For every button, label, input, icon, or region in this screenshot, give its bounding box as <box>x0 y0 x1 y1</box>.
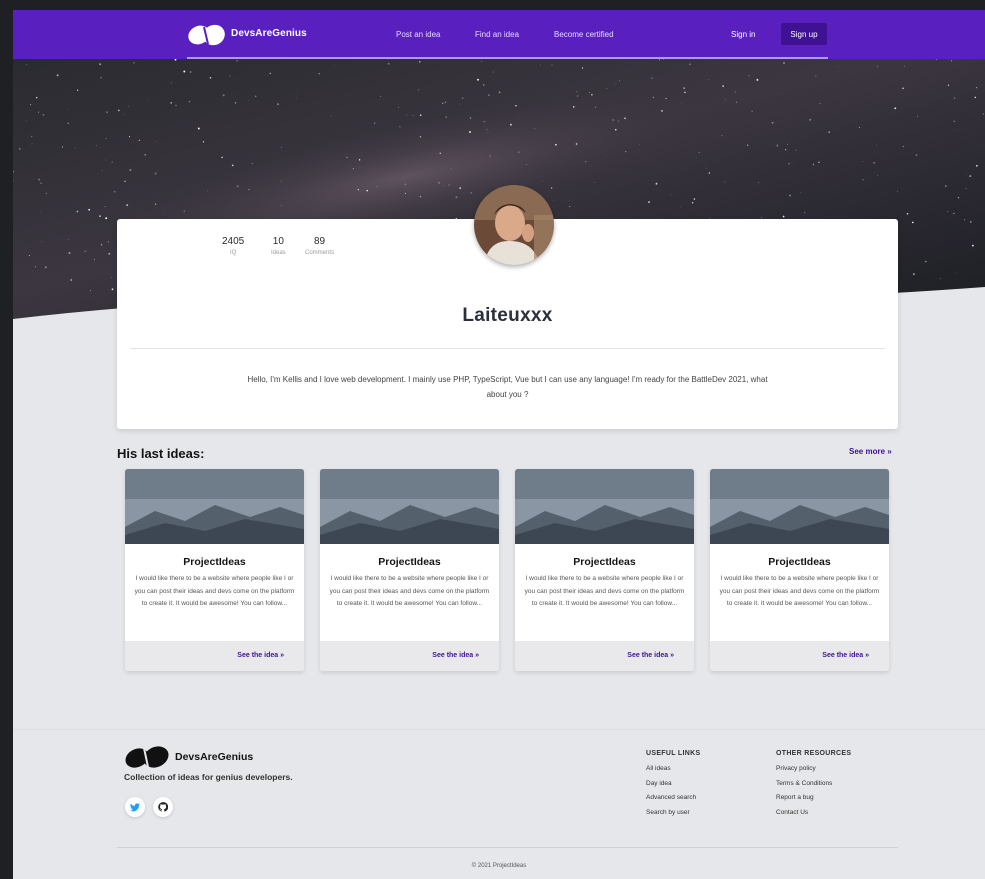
stat-iq-label: IQ <box>229 250 237 256</box>
idea-image <box>125 469 304 544</box>
idea-title: ProjectIdeas <box>573 556 636 568</box>
navbar-inner: DevsAreGenius Post an idea Find an idea … <box>187 10 828 59</box>
twitter-link[interactable] <box>125 797 145 817</box>
idea-footer: See the idea » <box>710 641 889 671</box>
see-the-idea-link[interactable]: See the idea » <box>432 652 479 659</box>
nav-link-become-certified[interactable]: Become certified <box>554 30 614 39</box>
stat-iq-value: 2405 <box>222 236 245 247</box>
footer-link-advanced-search[interactable]: Advanced search <box>646 794 696 801</box>
stat-comments: 89 Comments <box>305 236 334 256</box>
see-more-link[interactable]: See more » <box>849 447 892 456</box>
footer-logo-text[interactable]: DevsAreGenius <box>175 751 253 763</box>
sign-up-button[interactable]: Sign up <box>781 23 827 45</box>
footer-link-privacy-policy[interactable]: Privacy policy <box>776 765 816 772</box>
idea-footer: See the idea » <box>320 641 499 671</box>
copyright-text: © 2021 ProjectIdeas <box>471 863 527 869</box>
useful-links-title: USEFUL LINKS <box>646 750 701 757</box>
github-link[interactable] <box>153 797 173 817</box>
stat-comments-label: Comments <box>305 250 335 256</box>
other-resources-title: OTHER RESOURCES <box>776 750 852 757</box>
footer-link-all-ideas[interactable]: All ideas <box>646 765 671 772</box>
last-ideas-title: His last ideas: <box>117 446 205 461</box>
github-icon <box>158 802 168 812</box>
nav-link-find-idea[interactable]: Find an idea <box>475 30 519 39</box>
profile-stats: 2405 IQ 10 Ideas 89 Comments <box>207 236 357 266</box>
footer-link-day-idea[interactable]: Day idea <box>646 780 672 787</box>
idea-description: I would like there to be a website where… <box>719 575 880 607</box>
idea-description: I would like there to be a website where… <box>134 575 295 607</box>
avatar-photo <box>474 185 554 265</box>
stat-iq: 2405 IQ <box>222 236 244 256</box>
see-the-idea-link[interactable]: See the idea » <box>627 652 674 659</box>
idea-image <box>320 469 499 544</box>
footer-link-terms[interactable]: Terms & Conditions <box>776 780 832 787</box>
idea-card[interactable]: ProjectIdeas I would like there to be a … <box>515 469 694 671</box>
idea-footer: See the idea » <box>515 641 694 671</box>
stat-ideas-value: 10 <box>272 236 284 247</box>
nav-link-post-idea[interactable]: Post an idea <box>396 30 440 39</box>
see-the-idea-link[interactable]: See the idea » <box>822 652 869 659</box>
logo-icon[interactable] <box>187 24 227 46</box>
footer-link-report-bug[interactable]: Report a bug <box>776 794 814 801</box>
twitter-icon <box>130 802 140 811</box>
footer-link-search-by-user[interactable]: Search by user <box>646 809 690 816</box>
stat-ideas-label: Ideas <box>271 250 286 256</box>
stat-ideas: 10 Ideas <box>271 236 286 256</box>
profile-card: 2405 IQ 10 Ideas 89 Comments Laiteuxxx H… <box>117 185 898 429</box>
see-the-idea-link[interactable]: See the idea » <box>237 652 284 659</box>
footer-divider <box>117 847 898 848</box>
navbar: DevsAreGenius Post an idea Find an idea … <box>13 10 985 59</box>
profile-divider <box>130 348 885 349</box>
avatar <box>474 185 554 265</box>
idea-image <box>710 469 889 544</box>
idea-description: I would like there to be a website where… <box>329 575 490 607</box>
idea-card[interactable]: ProjectIdeas I would like there to be a … <box>125 469 304 671</box>
footer-link-contact-us[interactable]: Contact Us <box>776 809 808 816</box>
idea-title: ProjectIdeas <box>768 556 831 568</box>
page: DevsAreGenius Post an idea Find an idea … <box>13 10 985 879</box>
stat-comments-value: 89 <box>313 236 326 247</box>
profile-username: Laiteuxxx <box>462 305 553 326</box>
sign-in-link[interactable]: Sign in <box>731 30 755 39</box>
idea-description: I would like there to be a website where… <box>524 575 685 607</box>
idea-card[interactable]: ProjectIdeas I would like there to be a … <box>710 469 889 671</box>
idea-title: ProjectIdeas <box>183 556 246 568</box>
idea-card[interactable]: ProjectIdeas I would like there to be a … <box>320 469 499 671</box>
logo-text[interactable]: DevsAreGenius <box>231 28 307 39</box>
idea-footer: See the idea » <box>125 641 304 671</box>
profile-bio: Hello, I'm Kellis and I love web develop… <box>247 375 768 399</box>
footer-separator <box>13 729 985 730</box>
footer-logo-icon[interactable] <box>124 746 172 768</box>
idea-title: ProjectIdeas <box>378 556 441 568</box>
footer-tagline: Collection of ideas for genius developer… <box>124 772 293 782</box>
idea-image <box>515 469 694 544</box>
